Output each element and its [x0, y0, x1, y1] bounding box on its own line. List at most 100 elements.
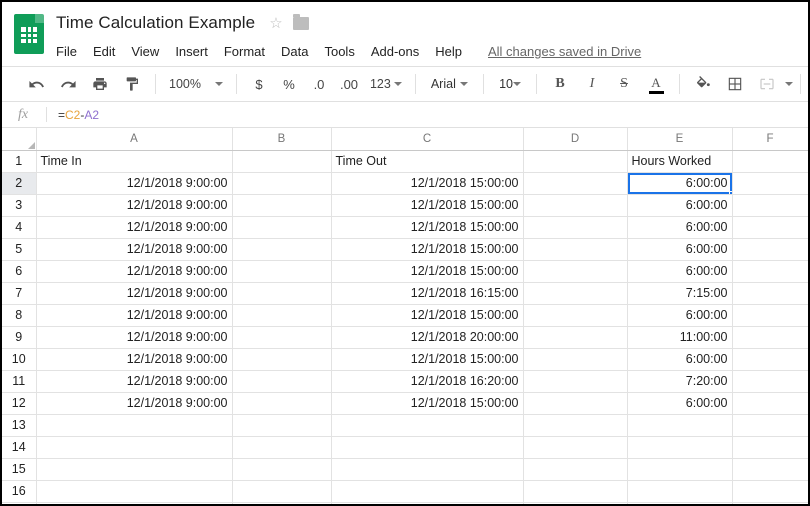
row-header-10[interactable]: 10 [2, 348, 37, 371]
cell-F12[interactable] [732, 392, 808, 415]
cell-E11[interactable]: 7:20:00 [627, 370, 733, 393]
cell-C9[interactable]: 12/1/2018 20:00:00 [331, 326, 524, 349]
cell-A15[interactable] [36, 458, 233, 481]
cell-F14[interactable] [732, 436, 808, 459]
cell-C11[interactable]: 12/1/2018 16:20:00 [331, 370, 524, 393]
cell-C4[interactable]: 12/1/2018 15:00:00 [331, 216, 524, 239]
cell-C2[interactable]: 12/1/2018 15:00:00 [331, 172, 524, 195]
cell-B3[interactable] [232, 194, 332, 217]
cell-D17[interactable] [523, 502, 628, 504]
cell-E2[interactable]: 6:00:00 [627, 172, 733, 195]
row-header-11[interactable]: 11 [2, 370, 37, 393]
cell-D10[interactable] [523, 348, 628, 371]
cell-F4[interactable] [732, 216, 808, 239]
row-header-7[interactable]: 7 [2, 282, 37, 305]
cell-B5[interactable] [232, 238, 332, 261]
cell-C6[interactable]: 12/1/2018 15:00:00 [331, 260, 524, 283]
star-outline-icon[interactable]: ☆ [269, 16, 282, 31]
cell-E6[interactable]: 6:00:00 [627, 260, 733, 283]
menu-item-edit[interactable]: Edit [85, 42, 123, 61]
cell-A5[interactable]: 12/1/2018 9:00:00 [36, 238, 233, 261]
row-header-13[interactable]: 13 [2, 414, 37, 437]
cell-A10[interactable]: 12/1/2018 9:00:00 [36, 348, 233, 371]
cell-F6[interactable] [732, 260, 808, 283]
cell-D6[interactable] [523, 260, 628, 283]
cell-A1[interactable]: Time In [36, 150, 233, 173]
column-header-c[interactable]: C [331, 128, 524, 151]
menu-item-view[interactable]: View [123, 42, 167, 61]
cell-A7[interactable]: 12/1/2018 9:00:00 [36, 282, 233, 305]
increase-decimal-button[interactable]: .00 [337, 71, 361, 97]
cell-E8[interactable]: 6:00:00 [627, 304, 733, 327]
cell-D13[interactable] [523, 414, 628, 437]
chevron-down-icon[interactable] [785, 82, 793, 86]
cell-C16[interactable] [331, 480, 524, 503]
menu-item-help[interactable]: Help [427, 42, 470, 61]
fill-color-icon[interactable] [690, 71, 716, 97]
row-header-5[interactable]: 5 [2, 238, 37, 261]
cell-F1[interactable] [732, 150, 808, 173]
column-header-d[interactable]: D [523, 128, 628, 151]
cell-A12[interactable]: 12/1/2018 9:00:00 [36, 392, 233, 415]
row-header-9[interactable]: 9 [2, 326, 37, 349]
more-formats-button[interactable]: 123 [364, 74, 408, 94]
cell-F11[interactable] [732, 370, 808, 393]
cell-B12[interactable] [232, 392, 332, 415]
cell-C5[interactable]: 12/1/2018 15:00:00 [331, 238, 524, 261]
paint-format-icon[interactable] [119, 71, 145, 97]
cell-D5[interactable] [523, 238, 628, 261]
cell-E15[interactable] [627, 458, 733, 481]
cell-F16[interactable] [732, 480, 808, 503]
select-all-corner[interactable] [2, 128, 37, 151]
cell-B9[interactable] [232, 326, 332, 349]
cell-A17[interactable] [36, 502, 233, 504]
strikethrough-button[interactable]: S [611, 71, 637, 97]
cell-B16[interactable] [232, 480, 332, 503]
cell-E4[interactable]: 6:00:00 [627, 216, 733, 239]
font-family-select[interactable]: Arial [423, 71, 476, 97]
folder-icon[interactable] [292, 13, 309, 30]
menu-item-tools[interactable]: Tools [316, 42, 362, 61]
cell-E5[interactable]: 6:00:00 [627, 238, 733, 261]
borders-icon[interactable] [722, 71, 748, 97]
cell-A14[interactable] [36, 436, 233, 459]
cell-A13[interactable] [36, 414, 233, 437]
bold-button[interactable]: B [547, 71, 573, 97]
row-header-15[interactable]: 15 [2, 458, 37, 481]
text-color-button[interactable]: A [643, 71, 669, 97]
cell-A4[interactable]: 12/1/2018 9:00:00 [36, 216, 233, 239]
cell-C10[interactable]: 12/1/2018 15:00:00 [331, 348, 524, 371]
cell-F2[interactable] [732, 172, 808, 195]
percent-format-button[interactable]: % [277, 71, 301, 97]
cell-D14[interactable] [523, 436, 628, 459]
cell-F13[interactable] [732, 414, 808, 437]
cell-B6[interactable] [232, 260, 332, 283]
cell-D2[interactable] [523, 172, 628, 195]
cell-A6[interactable]: 12/1/2018 9:00:00 [36, 260, 233, 283]
cell-B11[interactable] [232, 370, 332, 393]
cell-E10[interactable]: 6:00:00 [627, 348, 733, 371]
cell-A11[interactable]: 12/1/2018 9:00:00 [36, 370, 233, 393]
cell-A8[interactable]: 12/1/2018 9:00:00 [36, 304, 233, 327]
column-header-b[interactable]: B [232, 128, 332, 151]
cell-A9[interactable]: 12/1/2018 9:00:00 [36, 326, 233, 349]
cell-B2[interactable] [232, 172, 332, 195]
cell-B4[interactable] [232, 216, 332, 239]
cell-D15[interactable] [523, 458, 628, 481]
row-header-6[interactable]: 6 [2, 260, 37, 283]
merge-cells-icon[interactable] [754, 71, 780, 97]
cell-F17[interactable] [732, 502, 808, 504]
row-header-14[interactable]: 14 [2, 436, 37, 459]
column-header-a[interactable]: A [36, 128, 233, 151]
cell-C14[interactable] [331, 436, 524, 459]
cell-E7[interactable]: 7:15:00 [627, 282, 733, 305]
cell-A2[interactable]: 12/1/2018 9:00:00 [36, 172, 233, 195]
cell-F10[interactable] [732, 348, 808, 371]
cell-D9[interactable] [523, 326, 628, 349]
cell-C7[interactable]: 12/1/2018 16:15:00 [331, 282, 524, 305]
cell-A3[interactable]: 12/1/2018 9:00:00 [36, 194, 233, 217]
row-header-17[interactable]: 17 [2, 502, 37, 504]
save-status-link[interactable]: All changes saved in Drive [488, 44, 641, 59]
row-header-3[interactable]: 3 [2, 194, 37, 217]
cell-D3[interactable] [523, 194, 628, 217]
